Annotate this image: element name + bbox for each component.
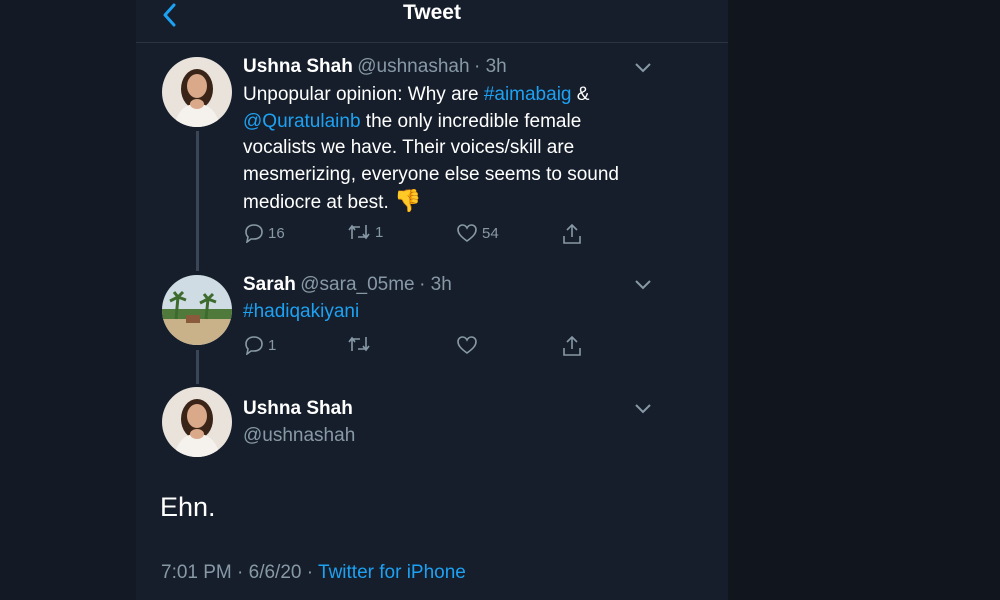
reply-button[interactable]: 1 [244,335,276,355]
retweet-icon [348,336,370,352]
share-button[interactable] [562,335,582,357]
tweet-header: Sarah @sara_05me · 3h [243,274,452,296]
share-icon [563,223,581,244]
tweet-text-part: & [571,84,590,105]
like-button[interactable] [456,335,482,355]
tweet-timestamp: 7:01 PM · 6/6/20 · Twitter for iPhone [161,562,466,584]
tweet-detail-screen: Tweet Ushna Shah @ushnashah · 3h Unpopul… [136,0,728,600]
author-handle[interactable]: @ushnashah [243,425,355,447]
reply-icon [245,336,263,355]
background-left [0,0,136,600]
retweet-count: 1 [375,223,384,241]
reply-button[interactable]: 16 [244,223,285,243]
chevron-down-icon[interactable] [634,62,652,74]
author-handle[interactable]: @sara_05me [300,274,414,295]
hashtag-link[interactable]: #aimabaig [484,84,572,105]
top-bar: Tweet [136,0,728,43]
hashtag-link[interactable]: #hadiqakiyani [243,301,359,322]
like-count: 54 [482,224,499,242]
timestamp-text: 7:01 PM · 6/6/20 · [161,562,319,583]
reply-count: 16 [268,224,285,242]
avatar[interactable] [162,387,232,457]
author-handle[interactable]: @ushnashah [357,56,469,77]
tweet-text-part: Unpopular opinion: Why are [243,84,484,105]
tweet-time: · 3h [419,274,452,295]
tweet-text: #hadiqakiyani [243,299,653,326]
like-button[interactable]: 54 [456,223,499,243]
page-title: Tweet [403,1,461,24]
reply-count: 1 [268,336,277,354]
author-name[interactable]: Ushna Shah [243,56,353,77]
avatar[interactable] [162,57,232,127]
mention-link[interactable]: @Quratulainb [243,111,361,132]
like-icon [457,336,477,354]
thread-line [196,350,199,384]
author-name[interactable]: Sarah [243,274,296,295]
tweet-text: Unpopular opinion: Why are #aimabaig & @… [243,82,653,217]
tweet-actions: 16 1 54 [244,223,584,249]
author-name[interactable]: Ushna Shah [243,398,353,420]
share-button[interactable] [562,223,582,245]
like-icon [457,224,477,242]
chevron-down-icon[interactable] [634,279,652,291]
source-link[interactable]: Twitter for iPhone [318,562,466,583]
retweet-button[interactable] [347,335,375,353]
tweet-actions: 1 [244,335,584,361]
background-right [728,0,1000,600]
thread-line [196,131,199,271]
thumbs-down-emoji: 👎 [394,188,422,213]
retweet-button[interactable]: 1 [347,223,383,241]
chevron-down-icon[interactable] [634,403,652,415]
tweet-time: · 3h [473,56,507,77]
tweet-header: Ushna Shah @ushnashah · 3h [243,56,507,78]
main-tweet-text: Ehn. [160,492,216,522]
avatar[interactable] [162,275,232,345]
reply-icon [245,224,263,243]
share-icon [563,335,581,356]
retweet-icon [348,224,370,240]
